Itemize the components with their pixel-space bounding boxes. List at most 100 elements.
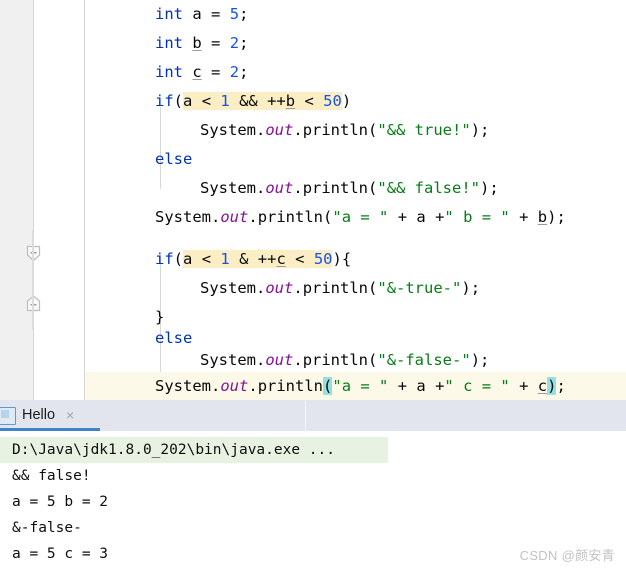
- token-dot: .: [256, 279, 266, 297]
- token-operator: ++: [267, 92, 286, 110]
- token-number: 5: [229, 5, 240, 23]
- token-method: println: [302, 121, 369, 139]
- token-dot: .: [248, 377, 258, 395]
- run-console-panel: Hello × D:\Java\jdk1.8.0_202\bin\java.ex…: [0, 400, 626, 570]
- token-dot: .: [256, 351, 266, 369]
- token-operator: ++: [257, 250, 277, 268]
- code-line[interactable]: int b = 2;: [0, 29, 626, 58]
- token-paren: ): [461, 279, 471, 297]
- token-paren: ): [341, 92, 352, 110]
- code-line[interactable]: if(a < 1 & ++c < 50){: [0, 245, 626, 274]
- code-line-current[interactable]: System.out.println("a = " + a +" c = " +…: [0, 372, 626, 400]
- token-variable: a: [416, 208, 426, 226]
- console-output[interactable]: D:\Java\jdk1.8.0_202\bin\java.exe ... &&…: [0, 431, 626, 570]
- console-window-icon: [0, 407, 16, 425]
- token-keyword: int: [155, 5, 183, 23]
- search-highlight: a < 1 & ++c < 50: [183, 250, 333, 268]
- token-variable: c: [537, 377, 548, 395]
- token-paren: (: [368, 279, 378, 297]
- token-dot: .: [211, 377, 221, 395]
- token-variable: b: [537, 208, 548, 226]
- code-editor[interactable]: int a = 5; int b = 2; int c = 2; if(a < …: [0, 0, 626, 400]
- token-dot: .: [293, 179, 303, 197]
- token-keyword: else: [155, 329, 193, 347]
- token-operator: <: [201, 250, 212, 268]
- token-brace: {: [341, 250, 352, 268]
- token-field: out: [265, 179, 294, 197]
- token-string: "&-true-": [377, 279, 462, 297]
- ide-window: int a = 5; int b = 2; int c = 2; if(a < …: [0, 0, 626, 570]
- token-semicolon: ;: [470, 279, 481, 297]
- token-class: System: [200, 279, 256, 297]
- token-number: 50: [323, 92, 342, 110]
- token-field: out: [220, 377, 249, 395]
- token-semicolon: ;: [239, 34, 249, 52]
- token-semicolon: ;: [480, 121, 490, 139]
- token-string: " b = ": [444, 208, 510, 226]
- token-variable: a: [183, 92, 193, 110]
- token-dot: .: [248, 208, 258, 226]
- token-paren: (: [368, 351, 378, 369]
- token-variable: a: [192, 5, 202, 23]
- token-operator: +: [397, 208, 408, 226]
- token-field: out: [265, 121, 294, 139]
- token-variable: a: [183, 250, 193, 268]
- token-paren: (: [173, 92, 184, 110]
- token-dot: .: [211, 208, 221, 226]
- token-method: println: [302, 351, 369, 369]
- code-line[interactable]: int a = 5;: [0, 0, 626, 29]
- close-icon[interactable]: ×: [66, 400, 74, 431]
- token-paren: (: [368, 121, 378, 139]
- tab-hello[interactable]: Hello ×: [0, 400, 100, 431]
- console-output-line: &-false-: [12, 520, 82, 536]
- code-line[interactable]: if(a < 1 && ++b < 50): [0, 87, 626, 116]
- token-dot: .: [256, 121, 266, 139]
- token-paren: (: [368, 179, 378, 197]
- token-number: 1: [220, 92, 230, 110]
- token-semicolon: ;: [239, 63, 249, 81]
- token-number: 50: [313, 250, 333, 268]
- token-operator: &&: [239, 92, 258, 110]
- token-semicolon: ;: [239, 5, 249, 23]
- token-dot: .: [256, 179, 266, 197]
- token-semicolon: ;: [480, 351, 490, 369]
- code-lines[interactable]: int a = 5; int b = 2; int c = 2; if(a < …: [0, 0, 626, 400]
- code-line[interactable]: else: [0, 145, 626, 174]
- token-field: out: [220, 208, 249, 226]
- console-output-line: && false!: [12, 468, 91, 484]
- token-keyword: int: [155, 63, 183, 81]
- code-line[interactable]: System.out.println("&-false-");: [0, 346, 626, 375]
- token-variable: b: [192, 34, 202, 52]
- token-semicolon: ;: [556, 377, 566, 395]
- token-paren: ): [332, 250, 342, 268]
- search-highlight: a < 1 && ++b < 50: [183, 92, 342, 110]
- token-string: "a = ": [332, 377, 389, 395]
- token-dot: .: [293, 279, 303, 297]
- token-method: println: [257, 208, 324, 226]
- token-variable: c: [276, 250, 286, 268]
- token-paren: ): [470, 121, 481, 139]
- token-operator: <: [201, 92, 212, 110]
- code-line[interactable]: System.out.println("a = " + a +" b = " +…: [0, 203, 626, 232]
- token-number: 1: [220, 250, 230, 268]
- token-paren: (: [173, 250, 184, 268]
- token-paren: ): [480, 179, 490, 197]
- code-line[interactable]: System.out.println("&& false!");: [0, 174, 626, 203]
- token-operator: +: [397, 377, 408, 395]
- code-line[interactable]: int c = 2;: [0, 58, 626, 87]
- code-line[interactable]: System.out.println("&& true!");: [0, 116, 626, 145]
- token-keyword: if: [155, 92, 174, 110]
- token-keyword: if: [155, 250, 174, 268]
- token-semicolon: ;: [489, 179, 499, 197]
- code-line[interactable]: System.out.println("&-true-");: [0, 274, 626, 303]
- token-class: System: [155, 377, 211, 395]
- token-class: System: [200, 351, 256, 369]
- watermark: CSDN @颜安青: [519, 548, 615, 563]
- token-field: out: [265, 351, 294, 369]
- token-dot: .: [293, 121, 303, 139]
- token-string: " c = ": [444, 377, 510, 395]
- token-class: System: [200, 179, 256, 197]
- token-paren: (: [323, 208, 333, 226]
- token-operator: =: [211, 5, 221, 23]
- token-string: "&& true!": [377, 121, 471, 139]
